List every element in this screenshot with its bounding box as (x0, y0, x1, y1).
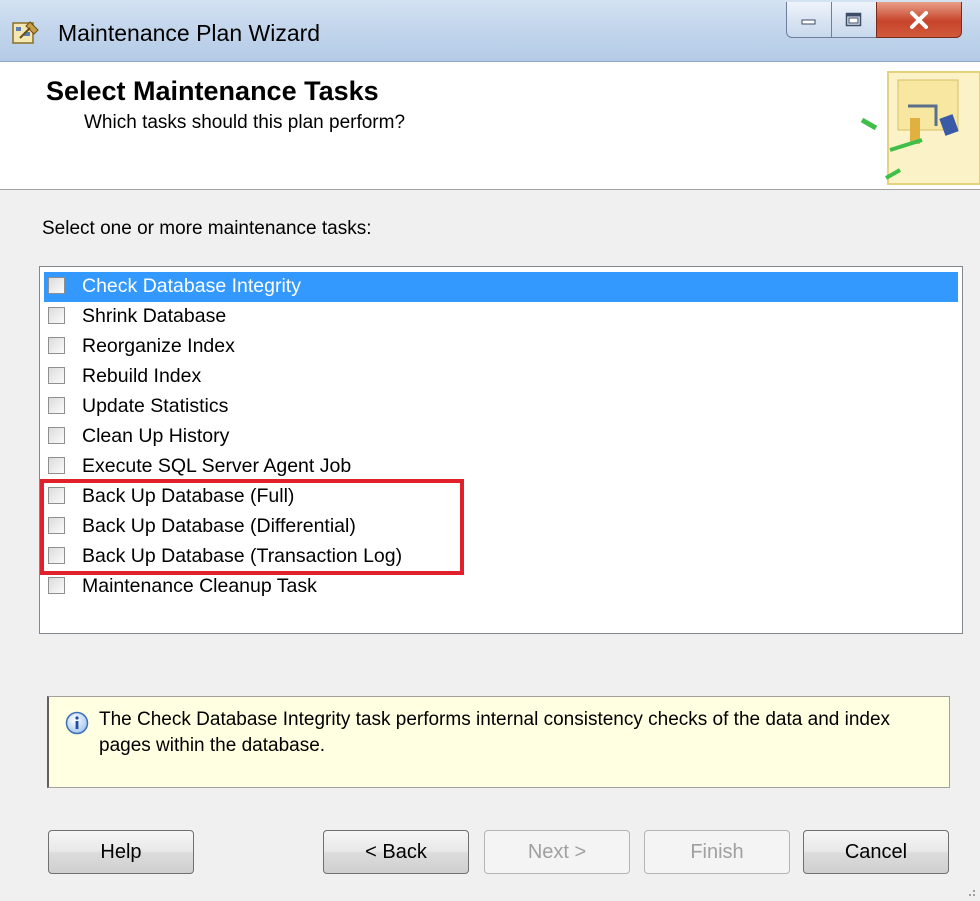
task-label: Clean Up History (82, 425, 230, 447)
help-button[interactable]: Help (48, 830, 194, 874)
task-label: Update Statistics (82, 395, 229, 417)
task-item-check-database-integrity[interactable]: Check Database Integrity (44, 272, 958, 302)
task-item-shrink-database[interactable]: Shrink Database (44, 302, 958, 332)
minimize-button[interactable] (786, 2, 832, 38)
task-checkbox[interactable] (48, 307, 65, 324)
task-label: Maintenance Cleanup Task (82, 575, 317, 597)
task-checkbox[interactable] (48, 277, 65, 294)
task-label: Check Database Integrity (82, 275, 301, 297)
task-label: Shrink Database (82, 305, 227, 327)
task-list[interactable]: Check Database Integrity Shrink Database… (39, 266, 963, 634)
info-icon (65, 711, 89, 735)
task-description-panel: The Check Database Integrity task perfor… (47, 696, 950, 788)
task-label: Rebuild Index (82, 365, 202, 387)
task-item-backup-differential[interactable]: Back Up Database (Differential) (44, 512, 958, 542)
task-item-backup-full[interactable]: Back Up Database (Full) (44, 482, 958, 512)
task-item-update-statistics[interactable]: Update Statistics (44, 392, 958, 422)
task-item-rebuild-index[interactable]: Rebuild Index (44, 362, 958, 392)
task-item-backup-transaction-log[interactable]: Back Up Database (Transaction Log) (44, 542, 958, 572)
task-item-execute-agent-job[interactable]: Execute SQL Server Agent Job (44, 452, 958, 482)
minimize-icon (801, 19, 816, 24)
task-checkbox[interactable] (48, 577, 65, 594)
maintenance-plan-icon (12, 21, 39, 44)
next-button[interactable]: Next > (484, 830, 630, 874)
task-label: Back Up Database (Differential) (82, 515, 356, 537)
task-checkbox[interactable] (48, 517, 65, 534)
finish-button[interactable]: Finish (644, 830, 790, 874)
task-item-reorganize-index[interactable]: Reorganize Index (44, 332, 958, 362)
task-description-text: The Check Database Integrity task perfor… (99, 709, 891, 756)
task-label: Execute SQL Server Agent Job (82, 455, 352, 477)
title-bar[interactable]: Maintenance Plan Wizard (0, 0, 980, 62)
close-icon (910, 10, 928, 29)
cancel-button[interactable]: Cancel (803, 830, 949, 874)
page-subtitle: Which tasks should this plan perform? (84, 112, 406, 133)
task-checkbox[interactable] (48, 427, 65, 444)
task-checkbox[interactable] (48, 337, 65, 354)
wizard-flow-graphic (860, 71, 980, 185)
maximize-button[interactable] (831, 2, 877, 38)
task-checkbox[interactable] (48, 487, 65, 504)
wizard-header: Select Maintenance Tasks Which tasks sho… (0, 62, 980, 190)
page-title: Select Maintenance Tasks (46, 76, 379, 106)
task-checkbox[interactable] (48, 547, 65, 564)
close-button[interactable] (876, 2, 962, 38)
task-item-maintenance-cleanup[interactable]: Maintenance Cleanup Task (44, 572, 958, 602)
task-item-clean-up-history[interactable]: Clean Up History (44, 422, 958, 452)
task-list-prompt: Select one or more maintenance tasks: (42, 218, 372, 239)
maximize-icon (845, 12, 862, 26)
resize-grip-icon[interactable] (964, 885, 976, 897)
back-button[interactable]: < Back (323, 830, 469, 874)
task-label: Back Up Database (Full) (82, 485, 295, 507)
task-label: Reorganize Index (82, 335, 235, 357)
task-checkbox[interactable] (48, 457, 65, 474)
maintenance-plan-wizard-window: Maintenance Plan Wizard Select Maintenan… (0, 0, 980, 901)
window-title: Maintenance Plan Wizard (58, 20, 321, 46)
task-checkbox[interactable] (48, 367, 65, 384)
task-checkbox[interactable] (48, 397, 65, 414)
task-label: Back Up Database (Transaction Log) (82, 545, 403, 567)
